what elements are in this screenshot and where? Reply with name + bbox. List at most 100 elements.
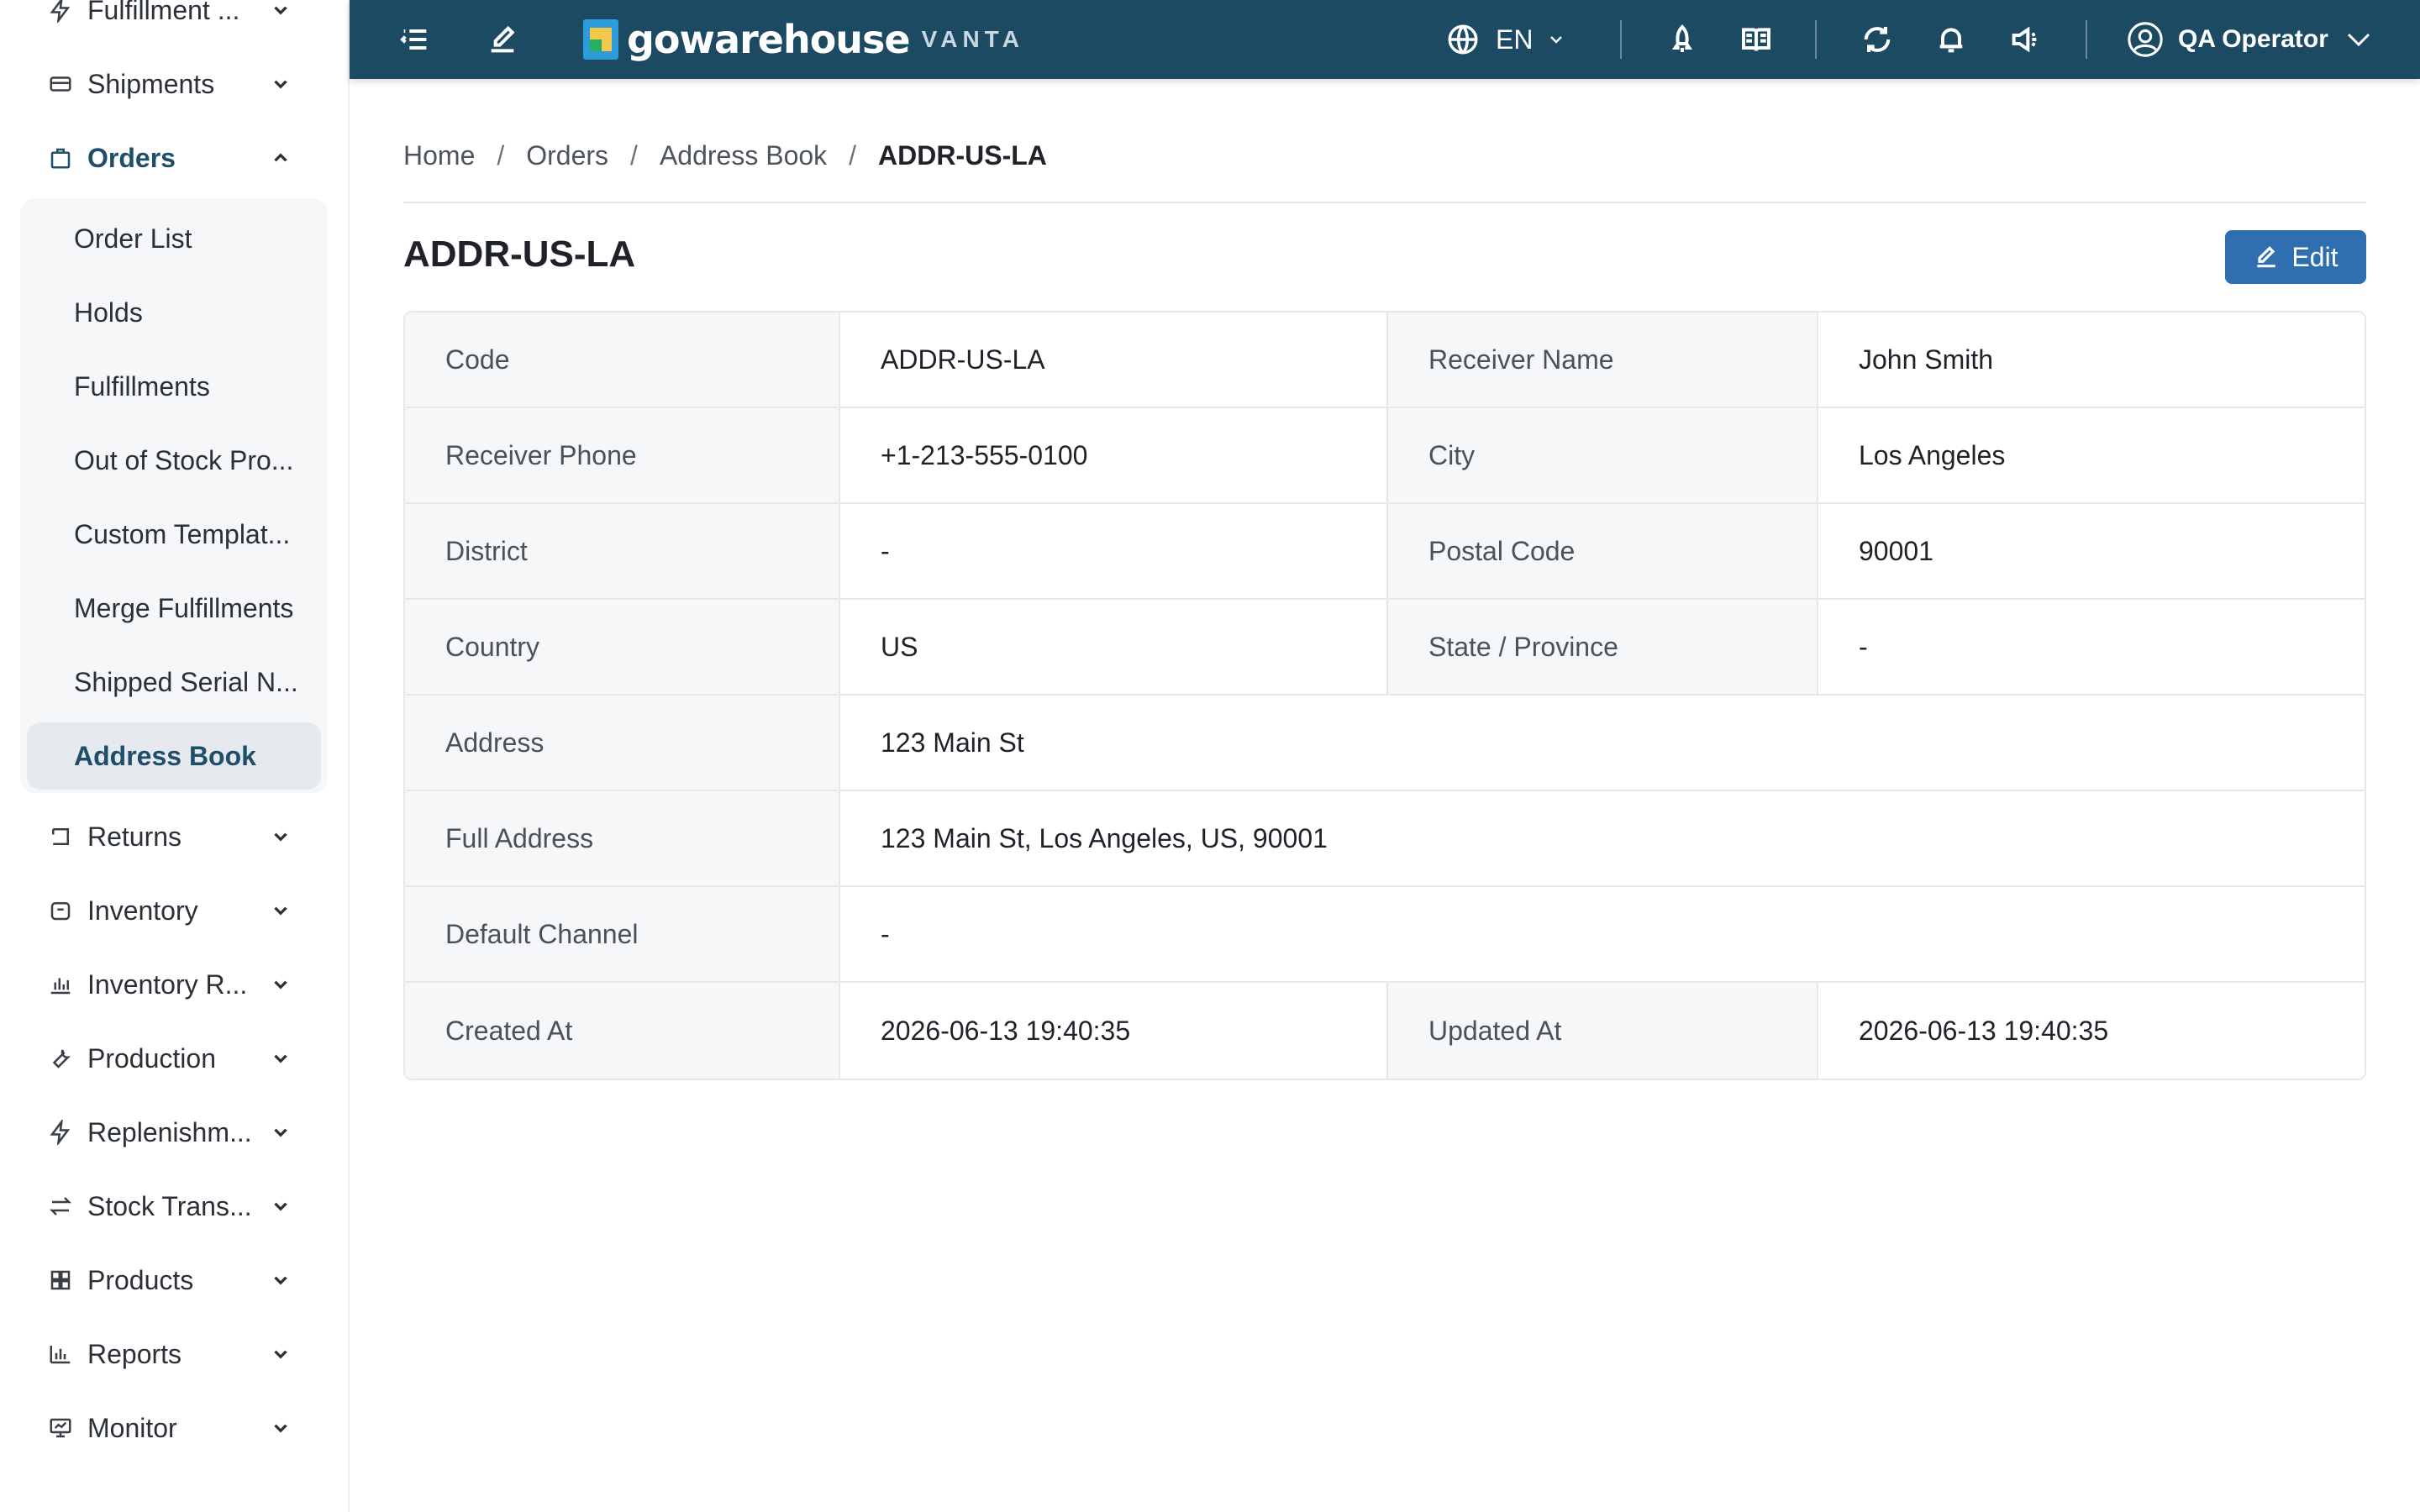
sidebar: Fulfillment ... Shipments Orders Order L… xyxy=(0,0,350,1512)
city-label: City xyxy=(1388,408,1818,502)
sidebar-item-fulfillment[interactable]: Fulfillment ... xyxy=(0,0,350,47)
page-title: ADDR-US-LA xyxy=(403,234,636,275)
chevron-down-icon xyxy=(267,1341,294,1368)
detail-row: Full Address 123 Main St, Los Angeles, U… xyxy=(405,791,2365,887)
created-at-label: Created At xyxy=(405,983,840,1079)
submenu-item-merge-fulfillments[interactable]: Merge Fulfillments xyxy=(27,575,321,642)
bolt-icon xyxy=(47,0,74,24)
language-selector[interactable]: EN xyxy=(1445,20,1566,59)
breadcrumb-separator: / xyxy=(497,139,505,171)
wrench-icon xyxy=(47,1045,74,1072)
receiver-phone-value: +1-213-555-0100 xyxy=(840,408,1388,502)
chevron-down-icon xyxy=(2344,24,2374,55)
breadcrumb-home[interactable]: Home xyxy=(403,140,475,171)
sidebar-item-returns[interactable]: Returns xyxy=(0,800,350,874)
top-bar: gowarehouse VANTA EN QA Operator xyxy=(350,0,2420,79)
submenu-item-address-book[interactable]: Address Book xyxy=(27,722,321,790)
sidebar-item-shipments[interactable]: Shipments xyxy=(0,47,350,121)
receiver-name-value: John Smith xyxy=(1818,312,2365,407)
book-icon[interactable] xyxy=(1736,19,1776,60)
detail-row: Receiver Phone +1-213-555-0100 City Los … xyxy=(405,408,2365,504)
district-value: - xyxy=(840,504,1388,598)
avatar-icon xyxy=(2126,20,2165,59)
chevron-down-icon xyxy=(267,1119,294,1146)
submenu-item-holds[interactable]: Holds xyxy=(27,279,321,346)
code-value: ADDR-US-LA xyxy=(840,312,1388,407)
edit-icon xyxy=(2257,246,2276,268)
breadcrumb-separator: / xyxy=(630,139,638,171)
breadcrumb-orders[interactable]: Orders xyxy=(526,140,608,171)
detail-row: Created At 2026-06-13 19:40:35 Updated A… xyxy=(405,983,2365,1079)
user-menu[interactable]: QA Operator xyxy=(2126,17,2374,62)
user-name: QA Operator xyxy=(2178,25,2328,53)
submenu-item-custom-templates[interactable]: Custom Templat... xyxy=(27,501,321,568)
sidebar-item-orders[interactable]: Orders xyxy=(0,121,350,195)
sidebar-item-label: Replenishm... xyxy=(87,1116,252,1147)
submenu-item-fulfillments[interactable]: Fulfillments xyxy=(27,353,321,420)
globe-icon xyxy=(1445,22,1481,57)
sidebar-item-monitor[interactable]: Monitor xyxy=(0,1391,350,1465)
edit-button-label: Edit xyxy=(2291,241,2338,272)
detail-row: Code ADDR-US-LA Receiver Name John Smith xyxy=(405,312,2365,408)
sidebar-item-label: Orders xyxy=(87,142,176,173)
postal-code-label: Postal Code xyxy=(1388,504,1818,598)
code-label: Code xyxy=(405,312,840,407)
submenu-item-shipped-serial[interactable]: Shipped Serial N... xyxy=(27,648,321,716)
chevron-down-icon xyxy=(1546,29,1566,50)
sidebar-item-label: Shipments xyxy=(87,68,215,99)
full-address-value: 123 Main St, Los Angeles, US, 90001 xyxy=(840,791,2365,885)
updated-at-value: 2026-06-13 19:40:35 xyxy=(1818,983,2365,1079)
sidebar-item-stock-transfer[interactable]: Stock Trans... xyxy=(0,1169,350,1243)
bell-icon[interactable] xyxy=(1931,19,1971,60)
box-icon xyxy=(47,897,74,924)
breadcrumb-separator: / xyxy=(849,139,857,171)
submenu-item-out-of-stock[interactable]: Out of Stock Pro... xyxy=(27,427,321,494)
sidebar-item-label: Returns xyxy=(87,821,182,852)
chart-icon xyxy=(47,971,74,998)
brand-subtitle: VANTA xyxy=(921,26,1024,52)
grid-icon xyxy=(47,1267,74,1294)
detail-row: District - Postal Code 90001 xyxy=(405,504,2365,600)
language-label: EN xyxy=(1496,24,1534,55)
bolt-icon xyxy=(47,1119,74,1146)
chevron-down-icon xyxy=(267,1193,294,1220)
sidebar-item-reports[interactable]: Reports xyxy=(0,1317,350,1391)
bag-icon xyxy=(47,144,74,171)
default-channel-label: Default Channel xyxy=(405,887,840,981)
district-label: District xyxy=(405,504,840,598)
receiver-phone-label: Receiver Phone xyxy=(405,408,840,502)
address-detail-table: Code ADDR-US-LA Receiver Name John Smith… xyxy=(403,311,2366,1080)
brand-logo: gowarehouse VANTA xyxy=(583,17,1024,62)
address-value: 123 Main St xyxy=(840,696,2365,790)
receiver-name-label: Receiver Name xyxy=(1388,312,1818,407)
rocket-icon[interactable] xyxy=(1662,19,1702,60)
sidebar-item-label: Inventory R... xyxy=(87,969,248,1000)
postal-code-value: 90001 xyxy=(1818,504,2365,598)
logo-mark-icon xyxy=(583,19,618,60)
chevron-down-icon xyxy=(267,71,294,97)
sidebar-item-label: Fulfillment ... xyxy=(87,0,240,25)
updated-at-label: Updated At xyxy=(1388,983,1818,1079)
sidebar-item-label: Stock Trans... xyxy=(87,1190,252,1221)
bar-chart-icon xyxy=(47,1341,74,1368)
brand-name: gowarehouse xyxy=(627,17,911,62)
breadcrumb: Home / Orders / Address Book / ADDR-US-L… xyxy=(403,134,1047,176)
country-label: Country xyxy=(405,600,840,694)
chevron-up-icon xyxy=(267,144,294,171)
sidebar-item-label: Products xyxy=(87,1264,194,1295)
sidebar-item-inventory-reports[interactable]: Inventory R... xyxy=(0,948,350,1021)
sidebar-item-label: Inventory xyxy=(87,895,198,926)
submenu-item-order-list[interactable]: Order List xyxy=(27,205,321,272)
sidebar-item-replenishment[interactable]: Replenishm... xyxy=(0,1095,350,1169)
default-channel-value: - xyxy=(840,887,2365,981)
edit-pen-icon[interactable] xyxy=(482,19,523,60)
megaphone-icon[interactable] xyxy=(2005,19,2045,60)
breadcrumb-address-book[interactable]: Address Book xyxy=(660,140,827,171)
refresh-icon[interactable] xyxy=(1857,19,1897,60)
sidebar-item-inventory[interactable]: Inventory xyxy=(0,874,350,948)
sidebar-item-production[interactable]: Production xyxy=(0,1021,350,1095)
breadcrumb-current: ADDR-US-LA xyxy=(878,139,1047,171)
sidebar-item-products[interactable]: Products xyxy=(0,1243,350,1317)
edit-button[interactable]: Edit xyxy=(2225,230,2366,284)
menu-collapse-icon[interactable] xyxy=(395,19,435,60)
